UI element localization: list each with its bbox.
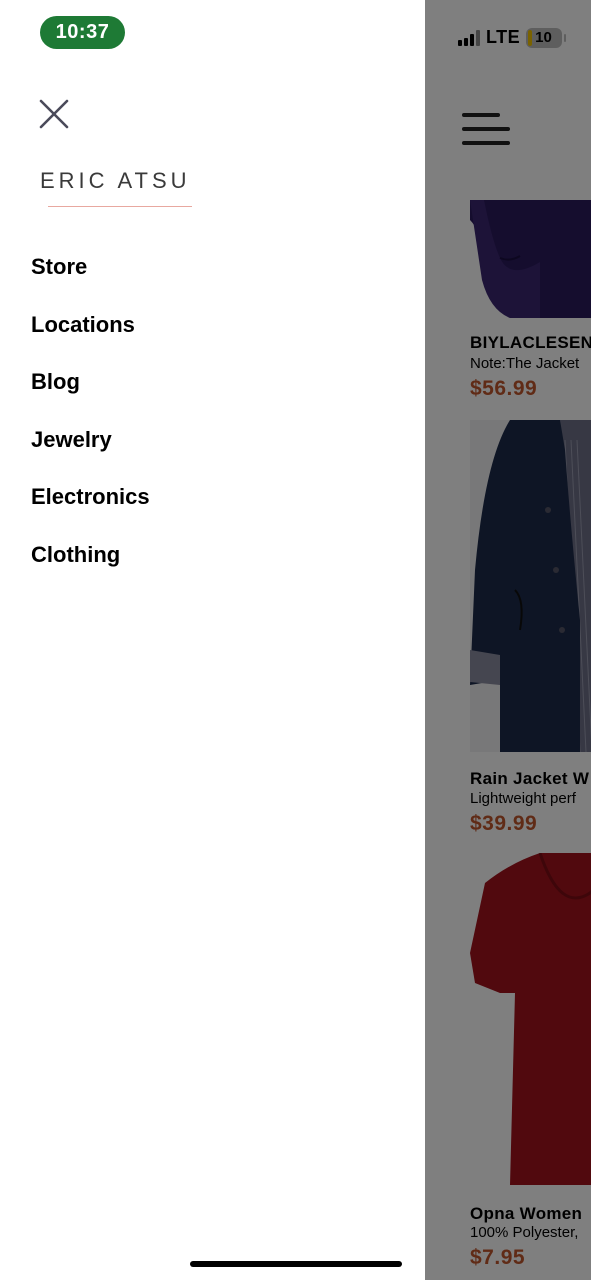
menu-item-jewelry[interactable]: Jewelry bbox=[31, 423, 150, 481]
navigation-drawer: 10:37 ERIC ATSU Store Locations Blog Jew… bbox=[0, 0, 425, 1280]
brand-logo: ERIC ATSU bbox=[40, 168, 191, 193]
brand-underline bbox=[48, 206, 192, 207]
menu-item-label[interactable]: Jewelry bbox=[31, 423, 112, 456]
menu-item-label[interactable]: Store bbox=[31, 250, 87, 283]
menu-item-label[interactable]: Electronics bbox=[31, 480, 150, 513]
menu-item-label[interactable]: Blog bbox=[31, 365, 80, 398]
menu-item-clothing[interactable]: Clothing bbox=[31, 538, 150, 596]
menu-item-label[interactable]: Clothing bbox=[31, 538, 120, 571]
status-time: 10:37 bbox=[40, 16, 125, 49]
menu-item-label[interactable]: Locations bbox=[31, 308, 135, 341]
close-button[interactable] bbox=[36, 96, 72, 132]
close-icon bbox=[39, 99, 69, 129]
menu-item-blog[interactable]: Blog bbox=[31, 365, 150, 423]
menu-item-locations[interactable]: Locations bbox=[31, 308, 150, 366]
drawer-menu: Store Locations Blog Jewelry Electronics… bbox=[31, 250, 150, 596]
home-indicator[interactable] bbox=[190, 1261, 402, 1267]
menu-item-store[interactable]: Store bbox=[31, 250, 150, 308]
menu-item-electronics[interactable]: Electronics bbox=[31, 480, 150, 538]
